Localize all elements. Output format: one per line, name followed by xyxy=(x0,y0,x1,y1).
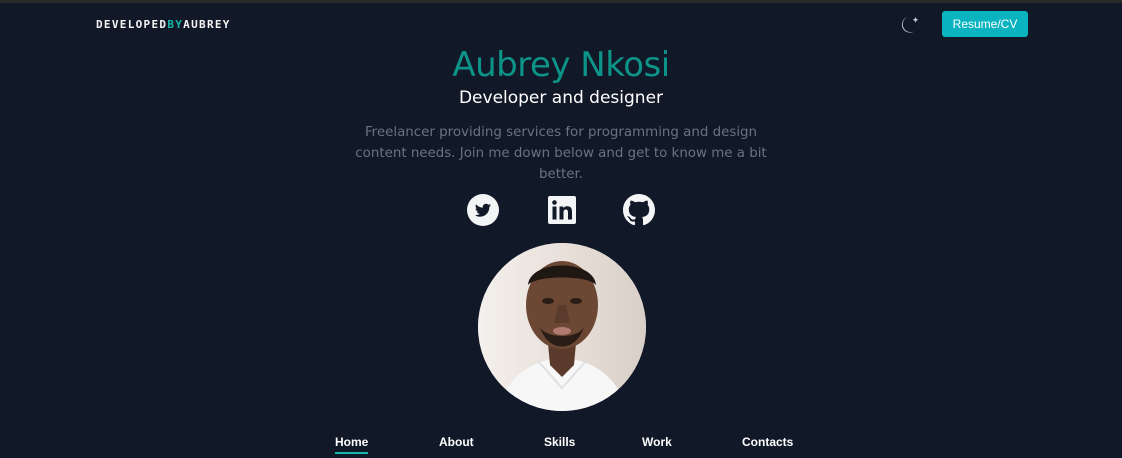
brand-text-aubrey: AUBREY xyxy=(183,18,231,31)
moon-icon[interactable] xyxy=(898,12,922,36)
brand-logo[interactable]: DEVELOPEDBYAUBREY xyxy=(96,18,231,31)
nav-about[interactable]: About xyxy=(439,434,474,450)
profile-photo xyxy=(478,243,646,411)
linkedin-icon[interactable] xyxy=(546,194,578,226)
github-icon[interactable] xyxy=(623,194,655,226)
nav-contacts[interactable]: Contacts xyxy=(742,434,793,450)
nav-work[interactable]: Work xyxy=(642,434,672,450)
hero-name: Aubrey Nkosi xyxy=(452,45,670,85)
top-border xyxy=(0,0,1122,3)
hero-role: Developer and designer xyxy=(458,88,664,108)
twitter-icon[interactable] xyxy=(467,194,499,226)
resume-cv-button[interactable]: Resume/CV xyxy=(942,11,1028,37)
brand-text-developed: DEVELOPED xyxy=(96,18,168,31)
nav-home[interactable]: Home xyxy=(335,434,369,454)
hero-bio: Freelancer providing services for progra… xyxy=(355,125,767,182)
nav-skills[interactable]: Skills xyxy=(544,434,575,450)
brand-text-by: BY xyxy=(167,18,184,31)
